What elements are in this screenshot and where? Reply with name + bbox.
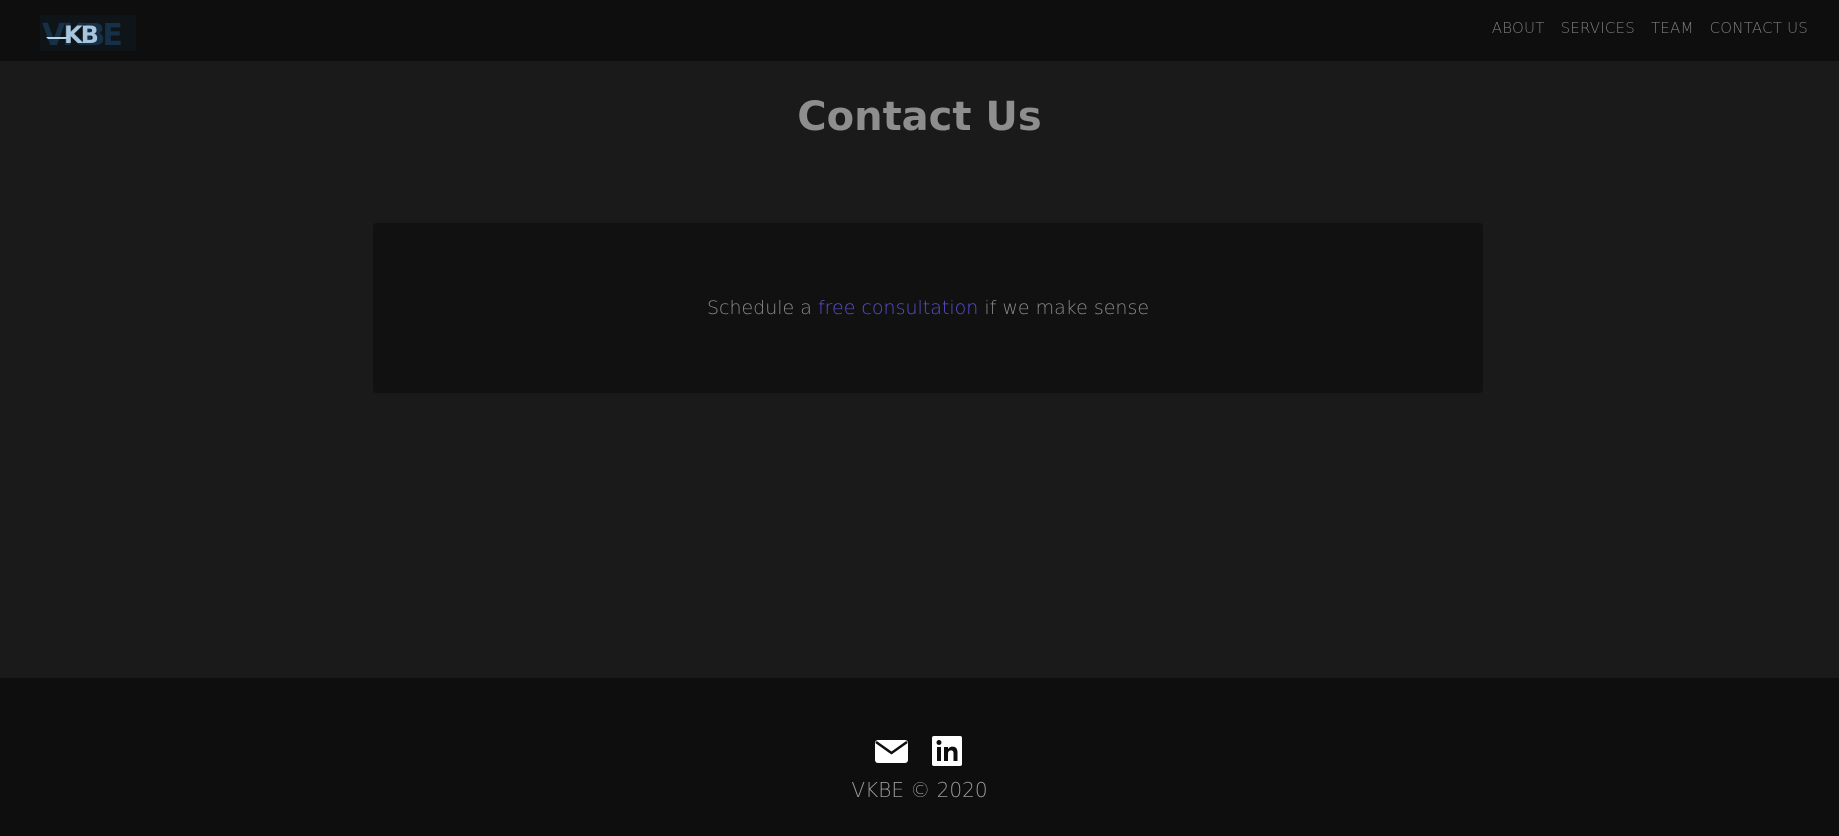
nav-link-team[interactable]: TEAM [1651, 19, 1694, 37]
consultation-text: Schedule a free consultation if we make … [707, 297, 1149, 319]
consultation-prefix: Schedule a [706, 297, 818, 319]
vkbe-logo[interactable]: VKBE KB [40, 15, 136, 53]
consultation-suffix: if we make sense [978, 297, 1150, 319]
envelope-icon[interactable] [874, 736, 908, 766]
nav-link-about[interactable]: ABOUT [1492, 19, 1545, 37]
copyright-text: VKBE © 2020 [851, 778, 988, 802]
main-content: Contact Us Schedule a free consultation … [0, 61, 1839, 678]
nav-links: ABOUT SERVICES TEAM CONTACT US [1492, 0, 1808, 55]
footer: VKBE © 2020 [0, 678, 1839, 836]
linkedin-icon[interactable] [931, 736, 965, 766]
page-title: Contact Us [797, 94, 1042, 140]
svg-text:KB: KB [64, 21, 98, 49]
free-consultation-link[interactable]: free consultation [818, 297, 978, 319]
nav-link-contact-us[interactable]: CONTACT US [1710, 19, 1808, 37]
navbar: VKBE KB ABOUT SERVICES TEAM CONTACT US [0, 0, 1839, 61]
social-links [0, 736, 1839, 766]
nav-link-services[interactable]: SERVICES [1561, 19, 1635, 37]
consultation-card: Schedule a free consultation if we make … [373, 223, 1483, 393]
logo-graphic: VKBE KB [40, 15, 136, 53]
